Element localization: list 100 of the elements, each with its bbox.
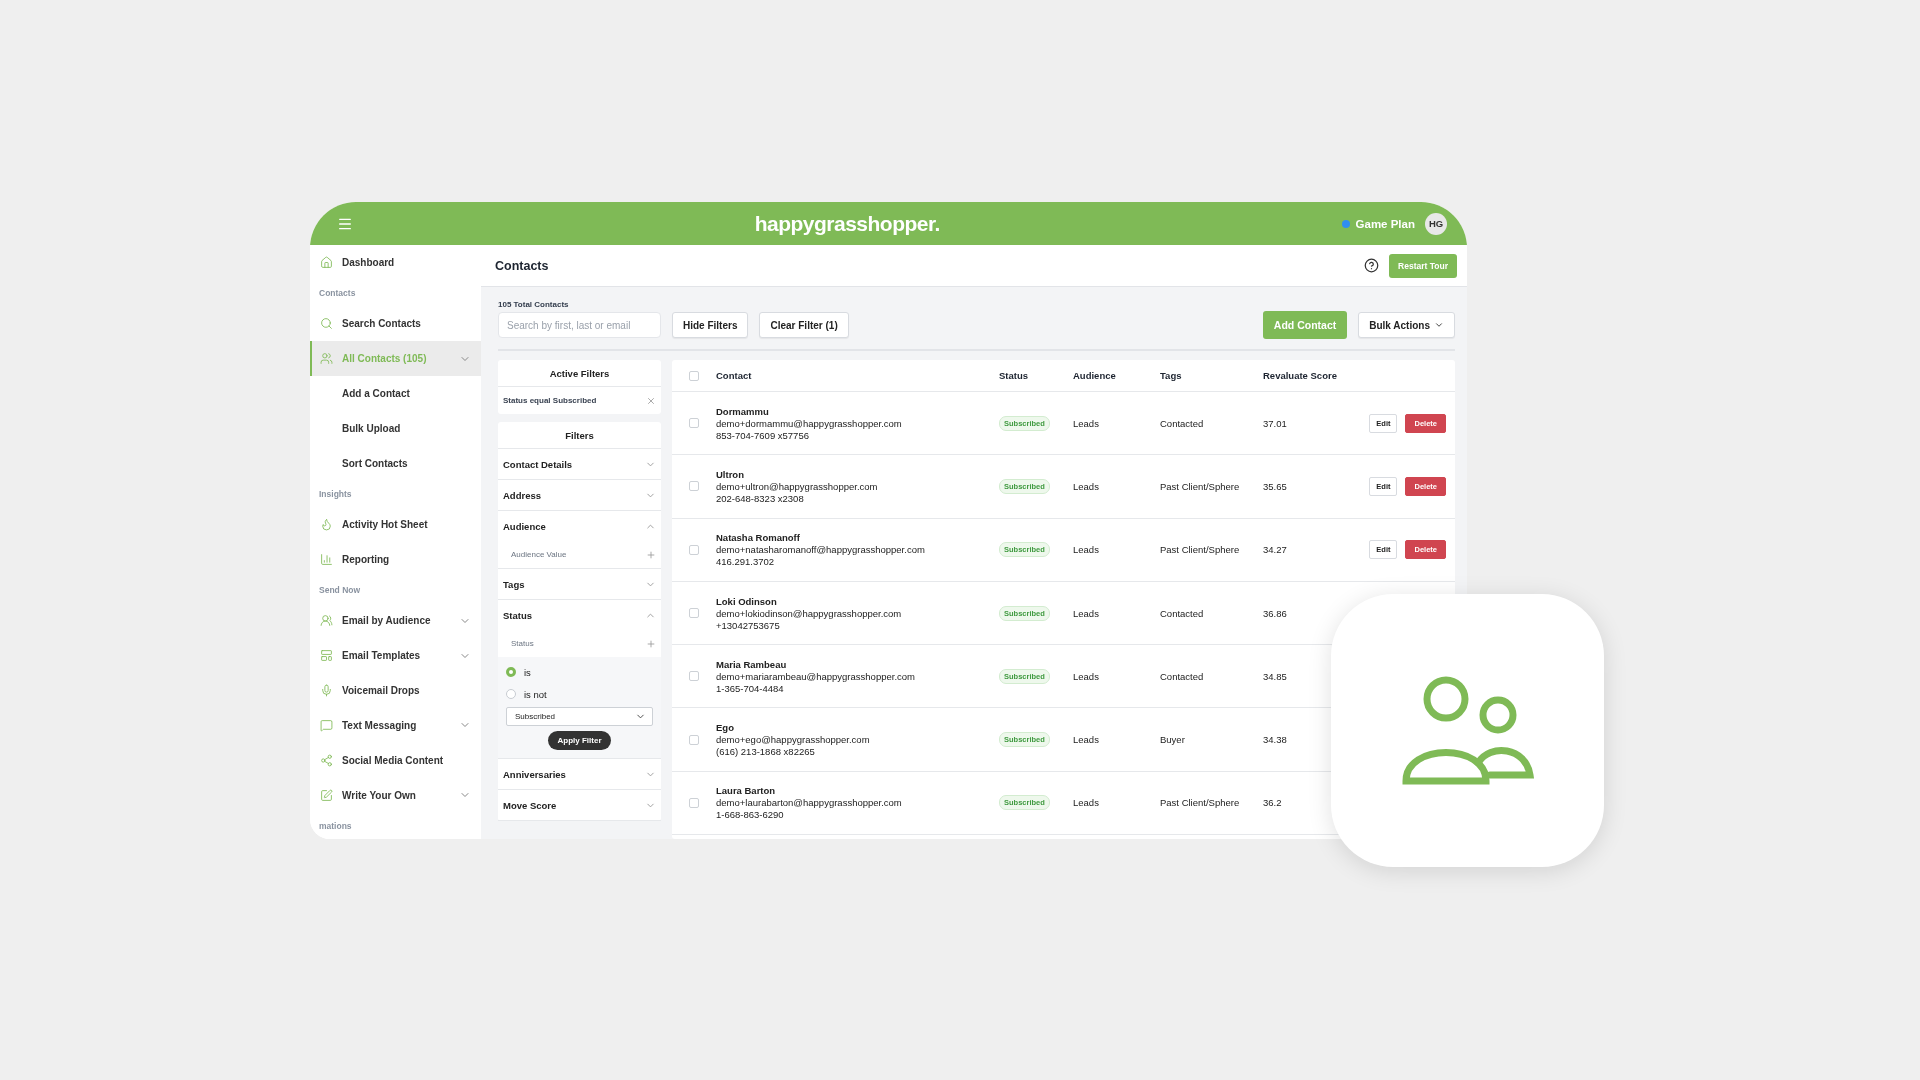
chat-icon (320, 718, 333, 732)
contact-phone: (616) 213-1868 x82265 (716, 746, 816, 758)
people-icon (320, 352, 333, 366)
nav-item[interactable]: Social Media Content (310, 742, 481, 778)
pencil-icon (320, 788, 333, 802)
column-header: Revaluate Score (1263, 370, 1338, 381)
apply-filter-button[interactable]: Apply Filter (548, 731, 611, 750)
nav-item[interactable]: Text Messaging (310, 708, 481, 743)
contact-phone: 853-704-7609 x57756 (716, 429, 810, 441)
card-title: Filters (498, 422, 661, 449)
table-cell-text: Leads (1073, 417, 1100, 429)
table-cell: 36.86 (1263, 607, 1287, 619)
filter-header[interactable]: Anniversaries (498, 759, 661, 789)
page-title: Contacts (495, 258, 550, 273)
contact-phone: 416.291.3702 (716, 556, 776, 568)
contact-email: demo+natasharomanoff@happygrasshopper.com (716, 544, 926, 556)
table-cell-text: Past Client/Sphere (1160, 480, 1241, 492)
filter-header[interactable]: Audience (498, 511, 661, 541)
filter-option[interactable]: Audience Value (498, 541, 661, 568)
section-label: mations (318, 819, 353, 833)
table-cell: 34.85 (1263, 670, 1287, 682)
close-icon[interactable] (646, 395, 656, 406)
filter-option[interactable]: Status (498, 630, 661, 657)
status-select[interactable]: Subscribed (506, 707, 653, 726)
nav-item[interactable]: Reporting (310, 542, 481, 577)
microphone-icon (320, 684, 333, 698)
contact-email: demo+dormammu@happygrasshopper.com (716, 417, 903, 429)
filter-header[interactable]: Status (498, 600, 661, 630)
contact-phone: 1-668-863-6290 (716, 809, 785, 821)
column-header: Contact (716, 370, 753, 381)
share-icon (320, 753, 333, 767)
radio-option[interactable]: is not (506, 683, 653, 705)
hide-filters-button[interactable]: Hide Filters (672, 312, 749, 338)
radio-label: is not (524, 688, 547, 700)
nav-item[interactable]: Email by Audience (310, 603, 481, 639)
section-label: Insights (318, 487, 353, 501)
checkbox[interactable] (689, 481, 699, 492)
contact-email: demo+ultron@happygrasshopper.com (716, 480, 879, 492)
checkbox[interactable] (689, 370, 699, 381)
nav-item[interactable]: Voicemail Drops (310, 673, 481, 708)
home-icon (320, 255, 333, 269)
checkbox[interactable] (689, 544, 699, 555)
nav-subitem[interactable]: Add a Contact (310, 376, 481, 411)
nav-item[interactable]: Write Your Own (310, 777, 481, 813)
contact-name: Laura Barton (716, 785, 777, 797)
contact-email: demo+laurabarton@happygrasshopper.com (716, 797, 903, 809)
table-cell-text: Contacted (1160, 417, 1205, 429)
contact-phone: 1-365-704-4484 (716, 682, 785, 694)
table-cell-text: Past Client/Sphere (1160, 797, 1241, 809)
avatar[interactable]: HG (1425, 212, 1447, 235)
contact-phone: +13042753675 (716, 619, 781, 631)
filter-header[interactable]: Tags (498, 569, 661, 599)
chevron-down-icon (1434, 320, 1444, 330)
plus-icon (646, 638, 656, 649)
flame-icon (320, 518, 333, 532)
table-cell: 36.2 (1263, 797, 1282, 809)
table-cell: 34.27 (1263, 544, 1287, 556)
table-cell-text: Contacted (1160, 607, 1205, 619)
plus-icon (646, 549, 656, 560)
contact-name: Natasha Romanoff (716, 532, 801, 544)
column-header: Audience (1073, 370, 1117, 381)
search-field[interactable]: Search by first, last or email (498, 312, 661, 338)
checkbox[interactable] (689, 671, 699, 682)
nav-subitem[interactable]: Bulk Upload (310, 410, 481, 446)
active-filter[interactable]: Status equal Subscribed (498, 387, 661, 414)
card-title: Active Filters (498, 360, 661, 387)
nav-subitem[interactable]: Sort Contacts (310, 445, 481, 481)
nav-item[interactable]: Search Contacts (310, 306, 481, 342)
search-icon (320, 317, 333, 331)
bulk-actions-button[interactable]: Bulk Actions (1358, 312, 1455, 338)
nav-item[interactable]: Activity Hot Sheet (310, 507, 481, 543)
column-header: Tags (1160, 370, 1183, 381)
checkbox[interactable] (689, 418, 699, 429)
table-cell-text: Past Client/Sphere (1160, 544, 1241, 556)
nav-item[interactable]: Email Templates (310, 638, 481, 674)
table-cell-text: Leads (1073, 544, 1100, 556)
table-cell-text: Leads (1073, 734, 1100, 746)
filter-header[interactable]: Move Score (498, 790, 661, 820)
contact-name: Ultron (716, 468, 745, 480)
filter-header[interactable]: Address (498, 480, 661, 510)
checkbox[interactable] (689, 734, 699, 745)
bar-chart-icon (320, 552, 333, 566)
radio-option[interactable]: is (506, 661, 653, 683)
clear-filter-button[interactable]: Clear Filter (1) (759, 312, 849, 338)
radio-button[interactable] (506, 689, 516, 699)
radio-button[interactable] (506, 667, 516, 677)
table-cell: 34.38 (1263, 734, 1287, 746)
table-cell: 37.01 (1263, 417, 1287, 429)
checkbox[interactable] (689, 797, 699, 808)
total-contacts: 105 Total Contacts (498, 300, 570, 309)
contact-email: demo+mariarambeau@happygrasshopper.com (716, 670, 916, 682)
contact-name: Dormammu (716, 405, 770, 417)
filter-header[interactable]: Contact Details (498, 449, 661, 479)
nav-item[interactable]: Dashboard (310, 245, 481, 280)
checkbox[interactable] (689, 608, 699, 619)
help-icon[interactable] (1364, 258, 1380, 273)
group-icon (320, 614, 333, 628)
logo: happygrasshopper. (753, 211, 941, 236)
table-cell-text: Leads (1073, 480, 1100, 492)
section-label: Contacts (318, 287, 357, 301)
